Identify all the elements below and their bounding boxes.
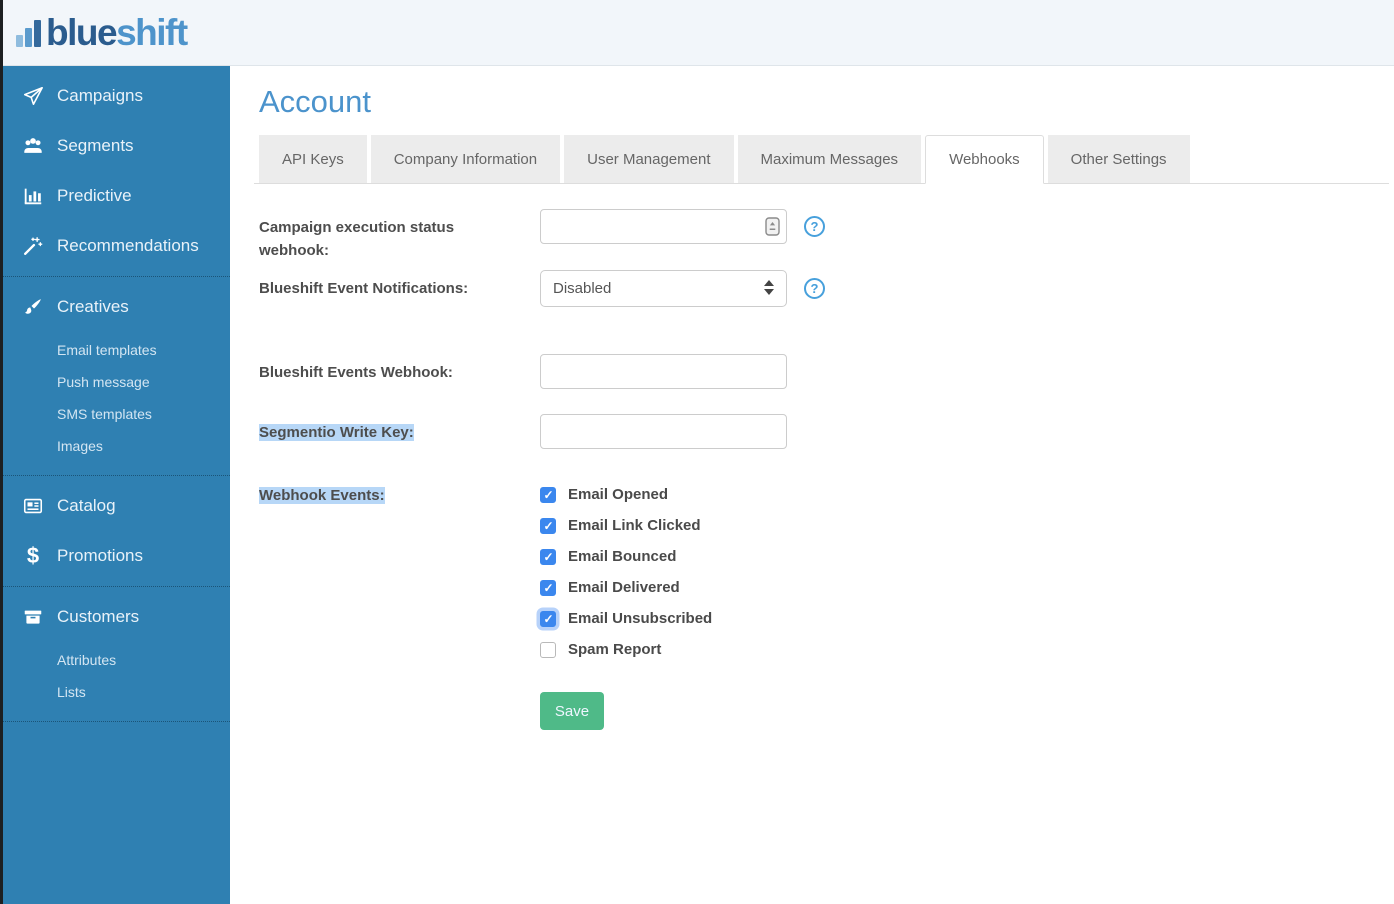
sidebar: Campaigns Segments Predictive Recommenda…	[0, 66, 230, 904]
checkbox-email-delivered[interactable]: Email Delivered	[540, 572, 712, 603]
newspaper-icon	[20, 494, 46, 518]
tab-maximum-messages[interactable]: Maximum Messages	[738, 135, 922, 183]
sidebar-item-recommendations[interactable]: Recommendations	[0, 221, 230, 271]
segmentio-input[interactable]	[540, 414, 787, 449]
sidebar-divider	[0, 721, 230, 722]
sidebar-item-lists[interactable]: Lists	[0, 676, 230, 708]
magic-wand-icon	[20, 234, 46, 258]
checkbox-icon[interactable]	[540, 580, 556, 596]
sidebar-item-label: Campaigns	[57, 86, 143, 106]
main-content: Account API Keys Company Information Use…	[230, 66, 1394, 904]
event-notifications-label: Blueshift Event Notifications:	[259, 277, 540, 300]
campaign-webhook-label: Campaign execution status webhook:	[259, 216, 469, 262]
checkbox-email-link-clicked[interactable]: Email Link Clicked	[540, 510, 712, 541]
tab-user-management[interactable]: User Management	[564, 135, 733, 183]
sidebar-item-promotions[interactable]: $ Promotions	[0, 531, 230, 581]
webhooks-form: Campaign execution status webhook: ? Blu…	[259, 209, 1394, 730]
checkbox-icon[interactable]	[540, 642, 556, 658]
users-icon	[20, 134, 46, 158]
account-tabs: API Keys Company Information User Manage…	[254, 135, 1389, 184]
bar-chart-icon	[20, 184, 46, 208]
checkbox-icon[interactable]	[540, 549, 556, 565]
archive-box-icon	[20, 605, 46, 629]
segmentio-row: Segmentio Write Key:	[259, 414, 1394, 449]
autofill-extension-icon[interactable]	[765, 217, 780, 236]
help-icon[interactable]: ?	[804, 278, 825, 299]
page-title: Account	[259, 85, 1394, 119]
checkbox-icon[interactable]	[540, 611, 556, 627]
webhook-events-row: Webhook Events: Email Opened Email Link …	[259, 477, 1394, 730]
save-button[interactable]: Save	[540, 692, 604, 730]
sidebar-item-push-message[interactable]: Push message	[0, 366, 230, 398]
sidebar-item-images[interactable]: Images	[0, 430, 230, 462]
checkbox-icon[interactable]	[540, 487, 556, 503]
selected-option: Disabled	[553, 280, 611, 297]
sidebar-item-creatives[interactable]: Creatives	[0, 282, 230, 332]
sidebar-item-attributes[interactable]: Attributes	[0, 644, 230, 676]
blueshift-logo[interactable]: blueshift	[16, 10, 187, 56]
sidebar-item-catalog[interactable]: Catalog	[0, 481, 230, 531]
select-stepper-icon	[764, 280, 774, 295]
sidebar-divider	[0, 586, 230, 587]
sidebar-item-label: Recommendations	[57, 236, 199, 256]
help-icon[interactable]: ?	[804, 216, 825, 237]
sidebar-item-customers[interactable]: Customers	[0, 592, 230, 642]
checkbox-email-opened[interactable]: Email Opened	[540, 479, 712, 510]
sidebar-item-label: Predictive	[57, 186, 132, 206]
app-header: blueshift	[0, 0, 1394, 66]
dollar-icon: $	[20, 544, 46, 568]
tab-other-settings[interactable]: Other Settings	[1048, 135, 1190, 183]
checkbox-email-bounced[interactable]: Email Bounced	[540, 541, 712, 572]
campaign-webhook-row: Campaign execution status webhook: ?	[259, 209, 1394, 262]
events-webhook-input[interactable]	[540, 354, 787, 389]
sidebar-item-label: Customers	[57, 607, 139, 627]
campaign-webhook-input[interactable]	[540, 209, 787, 244]
creatives-submenu: Email templates Push message SMS templat…	[0, 332, 230, 470]
sidebar-divider	[0, 475, 230, 476]
sidebar-item-label: Creatives	[57, 297, 129, 317]
tab-api-keys[interactable]: API Keys	[259, 135, 367, 183]
event-notifications-select[interactable]: Disabled	[540, 270, 787, 307]
events-webhook-label: Blueshift Events Webhook:	[259, 361, 540, 384]
webhook-events-label: Webhook Events:	[259, 484, 540, 507]
logo-text-dark: blue	[46, 12, 116, 53]
event-notifications-row: Blueshift Event Notifications: Disabled …	[259, 270, 1394, 307]
sidebar-item-predictive[interactable]: Predictive	[0, 171, 230, 221]
tab-webhooks[interactable]: Webhooks	[925, 135, 1044, 184]
sidebar-item-segments[interactable]: Segments	[0, 121, 230, 171]
logo-bars-icon	[16, 20, 43, 56]
logo-text-light: shift	[116, 12, 187, 53]
sidebar-item-email-templates[interactable]: Email templates	[0, 334, 230, 366]
sidebar-item-label: Segments	[57, 136, 134, 156]
sidebar-divider	[0, 276, 230, 277]
paintbrush-icon	[20, 295, 46, 319]
checkbox-spam-report[interactable]: Spam Report	[540, 634, 712, 665]
sidebar-item-campaigns[interactable]: Campaigns	[0, 71, 230, 121]
sidebar-item-label: Promotions	[57, 546, 143, 566]
events-webhook-row: Blueshift Events Webhook:	[259, 354, 1394, 389]
segmentio-label: Segmentio Write Key:	[259, 421, 540, 444]
paper-plane-icon	[20, 84, 46, 108]
sidebar-item-label: Catalog	[57, 496, 116, 516]
customers-submenu: Attributes Lists	[0, 642, 230, 716]
tab-company-information[interactable]: Company Information	[371, 135, 560, 183]
sidebar-item-sms-templates[interactable]: SMS templates	[0, 398, 230, 430]
window-edge	[0, 0, 3, 904]
checkbox-icon[interactable]	[540, 518, 556, 534]
checkbox-email-unsubscribed[interactable]: Email Unsubscribed	[540, 603, 712, 634]
